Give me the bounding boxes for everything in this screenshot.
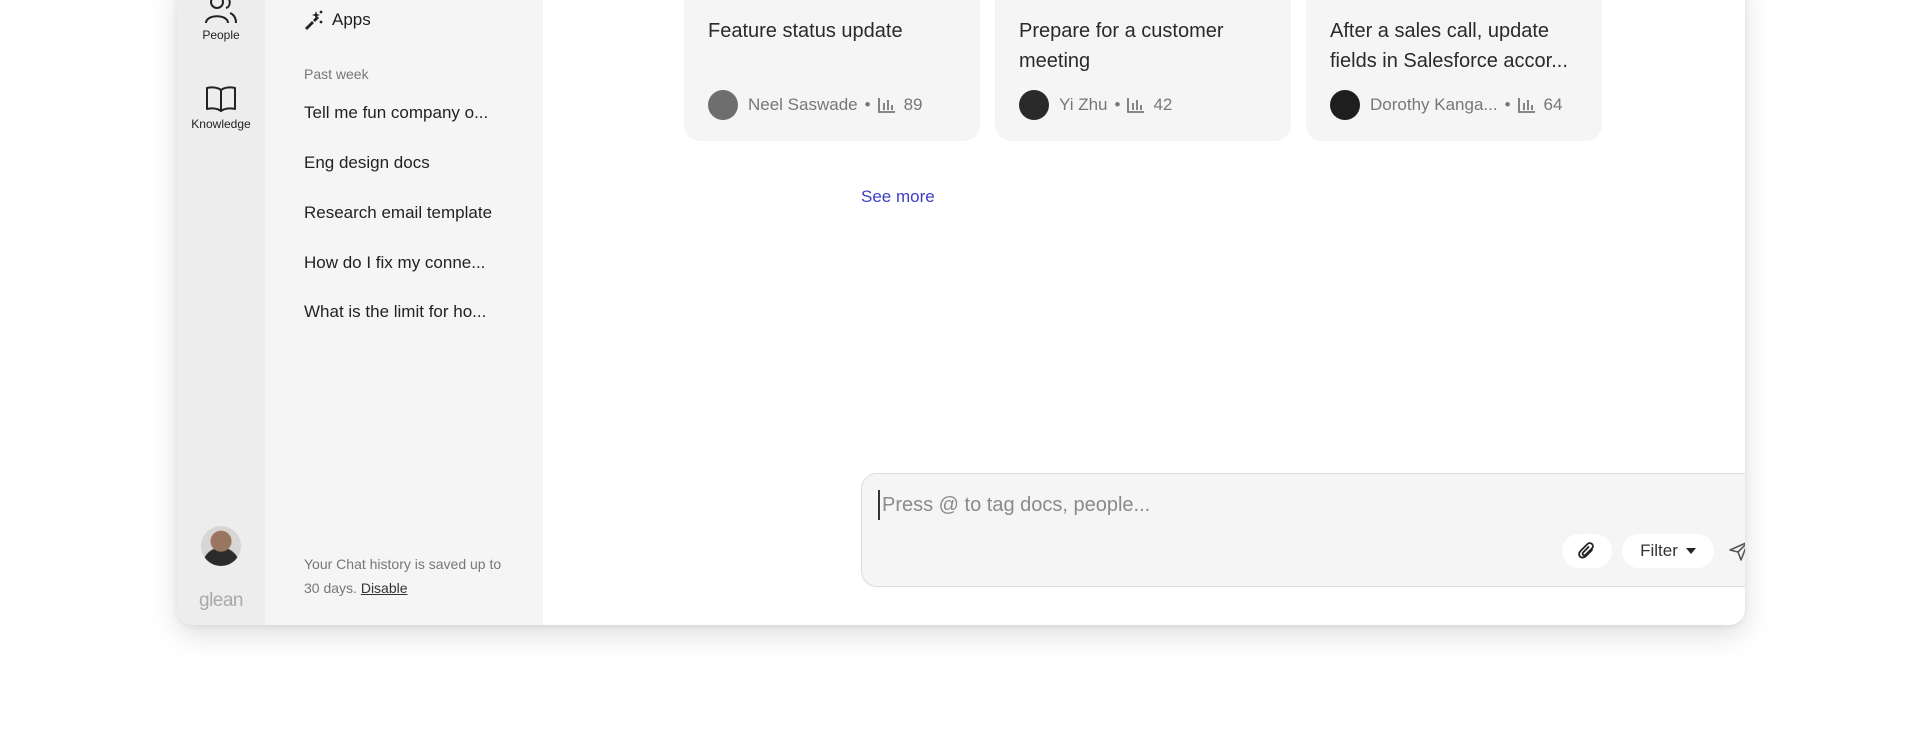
- apps-label: Apps: [332, 10, 371, 29]
- author-avatar: [708, 90, 738, 120]
- card-title: Feature status update: [708, 20, 903, 42]
- caret-down-icon: [1685, 548, 1696, 554]
- send-icon[interactable]: [1728, 540, 1745, 562]
- bar-chart-icon: [1127, 98, 1145, 113]
- filter-label: Filter: [1640, 541, 1678, 560]
- paperclip-icon: [1578, 542, 1594, 559]
- see-more-link[interactable]: See more: [861, 187, 935, 207]
- card-author: Dorothy Kanga...: [1370, 95, 1498, 114]
- card-meta: Yi Zhu • 42: [1019, 90, 1172, 120]
- card-title: After a sales call, update fields in Sal…: [1330, 20, 1568, 72]
- filter-button[interactable]: Filter: [1622, 534, 1714, 568]
- people-icon: [205, 0, 237, 24]
- meta-separator: •: [1114, 95, 1121, 114]
- bar-chart-icon: [877, 98, 895, 113]
- history-item[interactable]: Tell me fun company o...: [304, 103, 514, 123]
- history-item[interactable]: How do I fix my conne...: [304, 253, 514, 273]
- rail-label-knowledge: Knowledge: [191, 117, 251, 131]
- card-meta: Neel Saswade • 89: [708, 90, 923, 120]
- card-meta: Dorothy Kanga... • 64: [1330, 90, 1562, 120]
- rail-item-people[interactable]: People: [177, 0, 265, 42]
- history-notice: Your Chat history is saved up to 30 days…: [304, 552, 514, 600]
- rail-label-people: People: [202, 28, 240, 42]
- bar-chart-icon: [1517, 98, 1535, 113]
- history-item[interactable]: Research email template: [304, 203, 514, 223]
- prompt-card[interactable]: Prepare for a customer meeting Yi Zhu • …: [995, 0, 1291, 141]
- section-label-past-week: Past week: [304, 66, 369, 82]
- app-window: People Knowledge glean Apps Past week Te…: [177, 0, 1745, 625]
- card-usage-count: 89: [903, 95, 923, 114]
- chat-sidebar: Apps Past week Tell me fun company o... …: [265, 0, 543, 625]
- author-avatar: [1330, 90, 1360, 120]
- apps-button[interactable]: Apps: [303, 10, 371, 30]
- brand-logo: glean: [199, 590, 244, 611]
- prompt-card[interactable]: After a sales call, update fields in Sal…: [1306, 0, 1602, 141]
- history-item[interactable]: What is the limit for ho...: [304, 302, 514, 322]
- book-icon: [206, 86, 236, 112]
- meta-separator: •: [1504, 95, 1511, 114]
- card-title: Prepare for a customer meeting: [1019, 20, 1224, 72]
- chat-input[interactable]: [878, 490, 1744, 520]
- author-avatar: [1019, 90, 1049, 120]
- card-author: Neel Saswade: [748, 95, 858, 114]
- attach-button[interactable]: [1562, 534, 1612, 568]
- card-author: Yi Zhu: [1059, 95, 1108, 114]
- apps-icon: [305, 10, 323, 30]
- card-usage-count: 64: [1543, 95, 1563, 114]
- prompt-card[interactable]: Feature status update Neel Saswade • 89: [684, 0, 980, 141]
- history-item[interactable]: Eng design docs: [304, 153, 514, 173]
- meta-separator: •: [864, 95, 871, 114]
- disable-link[interactable]: Disable: [361, 580, 408, 596]
- card-usage-count: 42: [1153, 95, 1173, 114]
- rail-item-knowledge[interactable]: Knowledge: [177, 85, 265, 131]
- chat-composer: Filter: [861, 473, 1745, 587]
- icon-rail: People Knowledge glean: [177, 0, 265, 625]
- user-avatar[interactable]: [201, 526, 241, 566]
